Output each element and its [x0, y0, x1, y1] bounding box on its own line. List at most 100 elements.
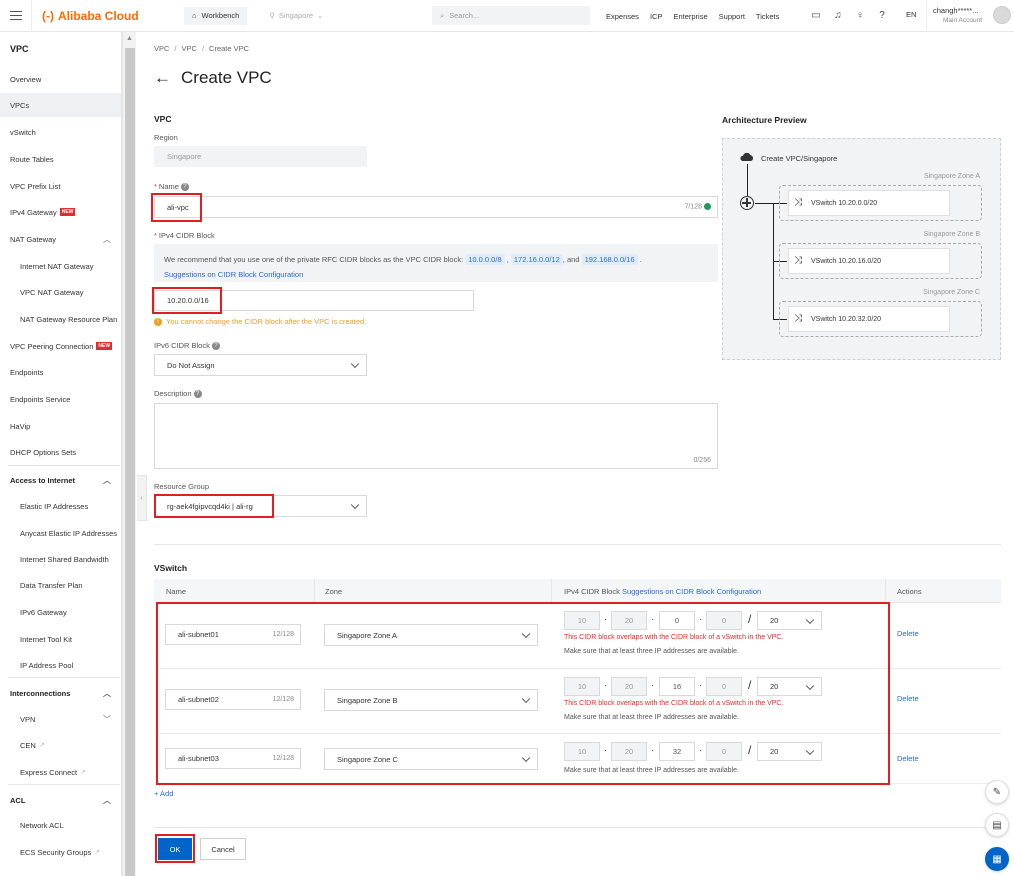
sidebar-item-label: IPv6 Gateway [20, 607, 67, 617]
help-icon[interactable]: ? [211, 342, 220, 351]
sidebar-item-vpcs[interactable]: VPCs [0, 93, 121, 117]
sidebar-item-label: ACL [10, 795, 26, 805]
sidebar-item-vpc-nat[interactable]: VPC NAT Gateway [0, 280, 121, 304]
sidebar-scrollbar[interactable]: ▲ [122, 32, 136, 876]
sidebar-item-vpn[interactable]: VPN ﹀ [0, 707, 121, 731]
vswitch-node: ⤨ VSwitch 10.20.16.0/20 [788, 248, 950, 274]
delete-link[interactable]: Delete [897, 629, 919, 638]
sidebar-item-overview[interactable]: Overview [0, 67, 121, 91]
sidebar-item-nat-gateway[interactable]: NAT Gateway ︿ [0, 227, 121, 251]
sidebar-item-endpoints[interactable]: Endpoints [0, 360, 121, 384]
sidebar-item-shared-bandwidth[interactable]: Internet Shared Bandwidth [0, 547, 121, 571]
nav-enterprise[interactable]: Enterprise [673, 12, 707, 21]
vswitch-label: VSwitch 10.20.0.0/20 [811, 199, 878, 207]
sidebar-item-internet-tool-kit[interactable]: Internet Tool Kit [0, 627, 121, 651]
cidr-suggestions-link[interactable]: Suggestions on CIDR Block Configuration [622, 587, 761, 596]
cidr-chip[interactable]: 192.168.0.0/16 [581, 254, 638, 265]
ipv6-select[interactable]: Do Not Assign [154, 354, 367, 376]
help-icon[interactable]: ? [193, 390, 202, 399]
scroll-up-icon[interactable]: ▲ [126, 35, 133, 42]
cloud-icon [740, 152, 754, 161]
bell-icon[interactable]: ♫ [832, 10, 844, 22]
sidebar-item-internet-nat[interactable]: Internet NAT Gateway [0, 254, 121, 278]
sidebar-item-ip-address-pool[interactable]: IP Address Pool [0, 653, 121, 677]
cancel-button[interactable]: Cancel [200, 838, 246, 860]
vswitch-icon: ⤨ [794, 313, 802, 324]
sidebar-section-access-internet[interactable]: Access to Internet ︿ [0, 468, 121, 492]
sidebar-item-label: HaVip [10, 421, 31, 431]
help-icon[interactable]: ? [876, 10, 888, 22]
nav-expenses[interactable]: Expenses [606, 12, 639, 21]
cidr-chip[interactable]: 10.0.0.0/8 [465, 254, 505, 265]
nav-icp[interactable]: ICP [650, 12, 663, 21]
search-placeholder: Search... [449, 11, 480, 20]
avatar[interactable] [993, 6, 1011, 24]
sidebar-item-dhcp[interactable]: DHCP Options Sets [0, 440, 121, 464]
breadcrumb-vpcs[interactable]: VPC [182, 44, 197, 53]
workbench-button[interactable]: ⌂ Workbench [184, 6, 248, 25]
delete-link[interactable]: Delete [897, 694, 919, 703]
sidebar-section-interconnections[interactable]: Interconnections ︿ [0, 681, 121, 705]
apps-icon[interactable]: ▦ [985, 847, 1009, 871]
region-field: Singapore [154, 146, 367, 167]
new-badge: NEW [96, 342, 113, 350]
language-switch[interactable]: EN [906, 10, 916, 19]
vswitch-node: ⤨ VSwitch 10.20.32.0/20 [788, 306, 950, 332]
chat-icon[interactable]: ▤ [985, 813, 1009, 837]
sidebar-item-express-connect[interactable]: Express Connect ↗ [0, 760, 121, 784]
sidebar-item-label: VPC Prefix List [10, 181, 61, 191]
sidebar-item-label: Route Tables [10, 154, 54, 164]
search-input[interactable]: ⌕ Search... [432, 6, 590, 25]
name-label: * Name? [154, 182, 189, 192]
nav-support[interactable]: Support [719, 12, 745, 21]
resource-group-label: Resource Group [154, 482, 210, 491]
sidebar-item-vswitch[interactable]: vSwitch [0, 120, 121, 144]
external-link-icon: ↗ [94, 849, 101, 856]
sidebar-item-cen[interactable]: CEN ↗ [0, 733, 121, 757]
required-marker: * [154, 231, 157, 240]
sidebar-item-nat-resource-plan[interactable]: NAT Gateway Resource Plan [0, 307, 121, 331]
brand-logo[interactable]: (-) Alibaba Cloud [32, 9, 152, 23]
sidebar-item-prefix-list[interactable]: VPC Prefix List [0, 174, 121, 198]
sidebar-item-route-tables[interactable]: Route Tables [0, 147, 121, 171]
sidebar-item-network-acl[interactable]: Network ACL [0, 813, 121, 837]
sidebar-item-anycast-eip[interactable]: Anycast Elastic IP Addresses [0, 521, 121, 545]
help-icon[interactable]: ? [180, 183, 189, 192]
ipv6-label-text: IPv6 CIDR Block [154, 341, 210, 350]
sidebar-item-endpoints-service[interactable]: Endpoints Service [0, 387, 121, 411]
description-textarea[interactable]: 0/256 [154, 403, 718, 469]
scrollbar-thumb[interactable] [125, 48, 135, 876]
sidebar-item-eip[interactable]: Elastic IP Addresses [0, 494, 121, 518]
sidebar-section-acl[interactable]: ACL ︿ [0, 788, 121, 812]
breadcrumb-vpc[interactable]: VPC [154, 44, 169, 53]
name-input[interactable]: ali-vpc 7/128 [154, 196, 718, 218]
sidebar-item-vpc-peering[interactable]: VPC Peering Connection NEW [0, 334, 121, 358]
sidebar-item-ipv4-gateway[interactable]: IPv4 Gateway NEW [0, 200, 121, 224]
sidebar-item-label: Access to Internet [10, 475, 76, 485]
search-icon: ⌕ [440, 10, 445, 20]
delete-link[interactable]: Delete [897, 754, 919, 763]
vswitch-node: ⤨ VSwitch 10.20.0.0/20 [788, 190, 950, 216]
sidebar-item-label: Express Connect [20, 767, 78, 777]
sidebar-item-ecs-security-groups[interactable]: ECS Security Groups ↗ [0, 840, 121, 864]
zone-box: ⤨ VSwitch 10.20.16.0/20 [779, 243, 982, 279]
sidebar-item-ipv6-gateway[interactable]: IPv6 Gateway [0, 600, 121, 624]
sidebar-item-label: vSwitch [10, 127, 36, 137]
sidebar-collapse-handle[interactable]: ‹ [137, 475, 147, 521]
sidebar-item-data-transfer-plan[interactable]: Data Transfer Plan [0, 573, 121, 597]
add-vswitch-link[interactable]: + Add [154, 789, 173, 798]
cidr-suggestions-link[interactable]: Suggestions on CIDR Block Configuration [164, 270, 303, 279]
menu-icon[interactable] [0, 0, 32, 32]
sidebar-item-havip[interactable]: HaVip [0, 414, 121, 438]
highlight-ok [155, 834, 195, 863]
region-selector[interactable]: ⚲ Singapore ⌄ [269, 11, 323, 20]
lightbulb-icon[interactable]: ♀ [854, 10, 866, 22]
account-menu[interactable]: changh*****... Main Account [926, 0, 1014, 32]
feedback-icon[interactable]: ✎ [985, 780, 1009, 804]
cidr-chip[interactable]: 172.16.0.0/12 [510, 254, 563, 265]
nav-tickets[interactable]: Tickets [756, 12, 779, 21]
ipv4-warning: ! You cannot change the CIDR block after … [154, 317, 366, 326]
terminal-icon[interactable]: ▭ [810, 10, 822, 22]
highlight-resource-group [154, 494, 274, 518]
back-arrow-icon[interactable]: ← [154, 68, 171, 88]
